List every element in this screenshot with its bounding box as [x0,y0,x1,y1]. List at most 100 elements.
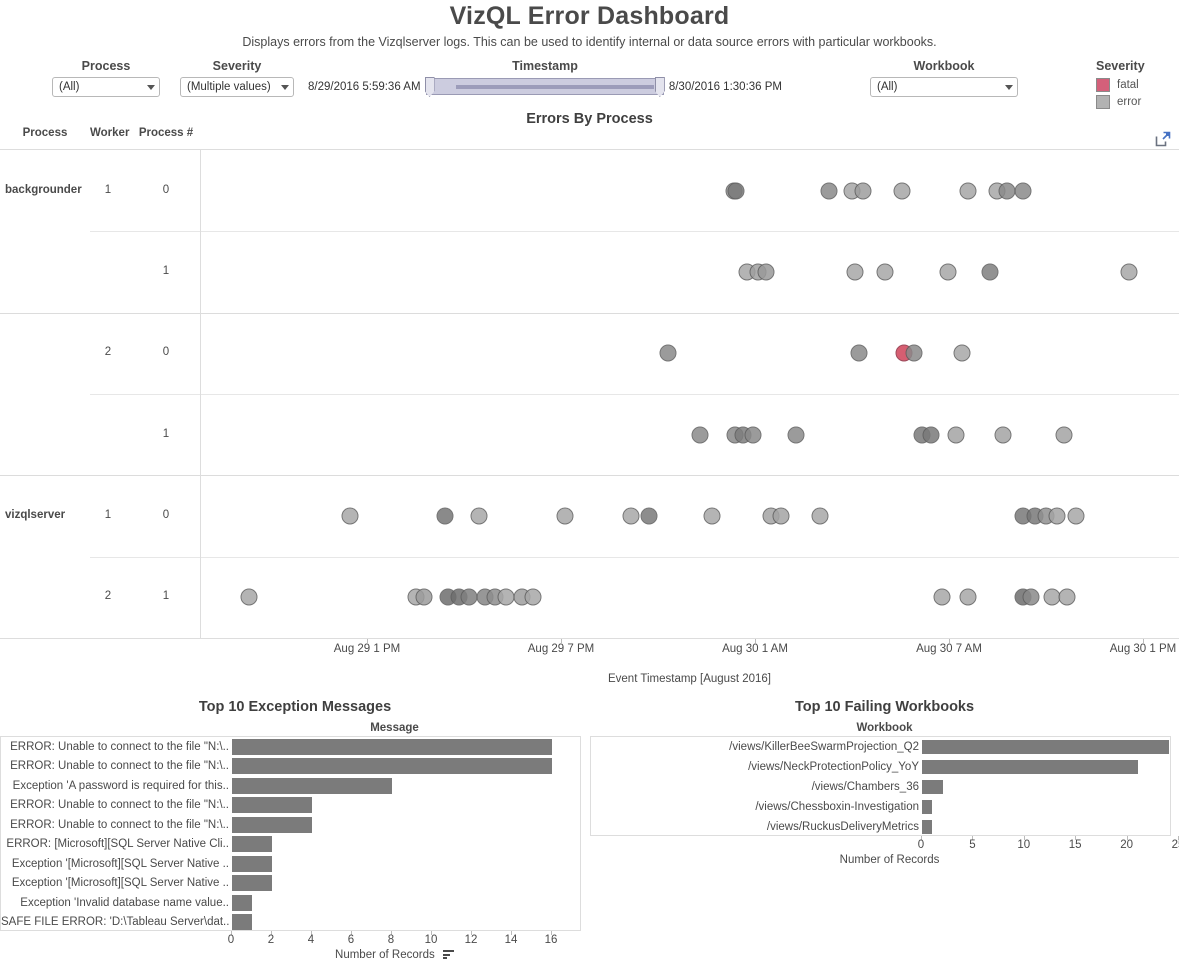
bar-row[interactable]: ERROR: Unable to connect to the file "N:… [1,796,580,816]
scatter-dot-error[interactable] [524,588,542,606]
scatter-dot-error[interactable] [436,507,454,525]
scatter-dot-error[interactable] [854,182,872,200]
bar-rect[interactable] [232,836,272,853]
scatter-dot-error[interactable] [876,263,894,281]
bar-row[interactable]: /views/RuckusDeliveryMetrics [591,817,1170,837]
bar-row-label: Exception '[Microsoft][SQL Server Native… [11,877,229,890]
scatter-dot-error[interactable] [846,263,864,281]
scatter-dot-error[interactable] [787,426,805,444]
scatter-dot-error[interactable] [460,588,478,606]
scatter-dot-error[interactable] [744,426,762,444]
bar-row[interactable]: ERROR: Unable to connect to the file "N:… [1,815,580,835]
scatter-dot-error[interactable] [1048,507,1066,525]
scatter-dot-error[interactable] [659,344,677,362]
bar-rect[interactable] [232,797,312,814]
scatter-dot-error[interactable] [727,182,745,200]
scatter-dot-error[interactable] [497,588,515,606]
scatter-dot-error[interactable] [1014,182,1032,200]
row-label-worker[interactable]: 2 [90,590,126,602]
bar-rect[interactable] [922,820,933,834]
scatter-dot-error[interactable] [953,344,971,362]
bar-rect[interactable] [232,894,252,911]
scatter-dot-error[interactable] [959,588,977,606]
scatter-dot-error[interactable] [1022,588,1040,606]
bar-rect[interactable] [922,740,1169,754]
scatter-dot-error[interactable] [922,426,940,444]
timestamp-slider[interactable]: 8/29/2016 5:59:36 AM 8/30/2016 1:30:36 P… [308,77,782,97]
scatter-dot-error[interactable] [820,182,838,200]
workbook-dropdown[interactable]: (All) [870,77,1018,97]
row-label-process-vizqlserver[interactable]: vizqlserver [5,509,85,521]
bar-rect[interactable] [232,875,272,892]
bar-x-tick-label: 10 [424,934,438,946]
scatter-dot-error[interactable] [1067,507,1085,525]
scatter-dot-error[interactable] [933,588,951,606]
scatter-dot-error[interactable] [240,588,258,606]
scatter-dot-error[interactable] [959,182,977,200]
row-label-process-num[interactable]: 0 [131,509,201,521]
scatter-dot-error[interactable] [341,507,359,525]
process-dropdown[interactable]: (All) [52,77,160,97]
bar-row[interactable]: Exception '[Microsoft][SQL Server Native… [1,874,580,894]
scatter-dot-error[interactable] [640,507,658,525]
scatter-dot-error[interactable] [1055,426,1073,444]
legend-item-fatal[interactable]: fatal [1096,78,1145,92]
scatter-dot-error[interactable] [556,507,574,525]
bar-rect[interactable] [232,738,552,755]
scatter-dot-error[interactable] [622,507,640,525]
filter-bar: Process (All) Severity (Multiple values)… [0,59,1179,109]
timestamp-track[interactable] [424,77,665,97]
bar-row[interactable]: ERROR: Unable to connect to the file "N:… [1,757,580,777]
bar-row[interactable]: ERROR: [Microsoft][SQL Server Native Cli… [1,835,580,855]
scatter-dot-error[interactable] [772,507,790,525]
bar-row[interactable]: Exception 'A password is required for th… [1,776,580,796]
bar-rect[interactable] [232,777,392,794]
row-label-process-num[interactable]: 1 [131,265,201,277]
scatter-dot-error[interactable] [470,507,488,525]
row-label-process-num[interactable]: 0 [131,184,201,196]
scatter-dot-error[interactable] [947,426,965,444]
bar-rect[interactable] [922,760,1138,774]
scatter-dot-error[interactable] [981,263,999,281]
filter-severity: Severity (Multiple values) [180,59,294,97]
bar-rect[interactable] [922,780,943,794]
bar-rect[interactable] [922,800,933,814]
row-label-process-backgrounder[interactable]: backgrounder [5,184,85,196]
bar-rect[interactable] [232,914,252,931]
row-label-process-num[interactable]: 0 [131,346,201,358]
bar-row[interactable]: /views/Chessboxin-Investigation [591,797,1170,817]
bar-row[interactable]: Exception 'Invalid database name value.. [1,893,580,913]
legend-item-error[interactable]: error [1096,95,1145,109]
bar-row[interactable]: /views/KillerBeeSwarmProjection_Q2 [591,737,1170,757]
bar-row[interactable]: Exception '[Microsoft][SQL Server Native… [1,854,580,874]
scatter-dot-error[interactable] [691,426,709,444]
scatter-dot-error[interactable] [1120,263,1138,281]
scatter-dot-error[interactable] [811,507,829,525]
severity-dropdown[interactable]: (Multiple values) [180,77,294,97]
bar-rect[interactable] [232,758,552,775]
scatter-dot-error[interactable] [1058,588,1076,606]
scatter-plot-area[interactable] [200,150,1179,638]
scatter-dot-error[interactable] [703,507,721,525]
sort-descending-icon[interactable] [442,950,454,959]
scatter-dot-error[interactable] [415,588,433,606]
scatter-dot-error[interactable] [998,182,1016,200]
scatter-dot-error[interactable] [893,182,911,200]
bar-row[interactable]: ERROR: Unable to connect to the file "N:… [1,737,580,757]
bar-row[interactable]: /views/NeckProtectionPolicy_YoY [591,757,1170,777]
row-label-worker[interactable]: 1 [90,184,126,196]
row-label-process-num[interactable]: 1 [131,590,201,602]
scatter-dot-error[interactable] [994,426,1012,444]
bar-rect[interactable] [232,816,312,833]
scatter-dot-error[interactable] [757,263,775,281]
row-label-worker[interactable]: 1 [90,509,126,521]
bar-row[interactable]: /views/Chambers_36 [591,777,1170,797]
row-label-process-num[interactable]: 1 [131,428,201,440]
scatter-dot-error[interactable] [939,263,957,281]
bar-rect[interactable] [232,855,272,872]
scatter-dot-error[interactable] [850,344,868,362]
bar-row[interactable]: SAFE FILE ERROR: 'D:\Tableau Server\dat.… [1,913,580,933]
row-label-worker[interactable]: 2 [90,346,126,358]
scatter-dot-error[interactable] [905,344,923,362]
filter-workbook-caption: Workbook [913,59,975,73]
